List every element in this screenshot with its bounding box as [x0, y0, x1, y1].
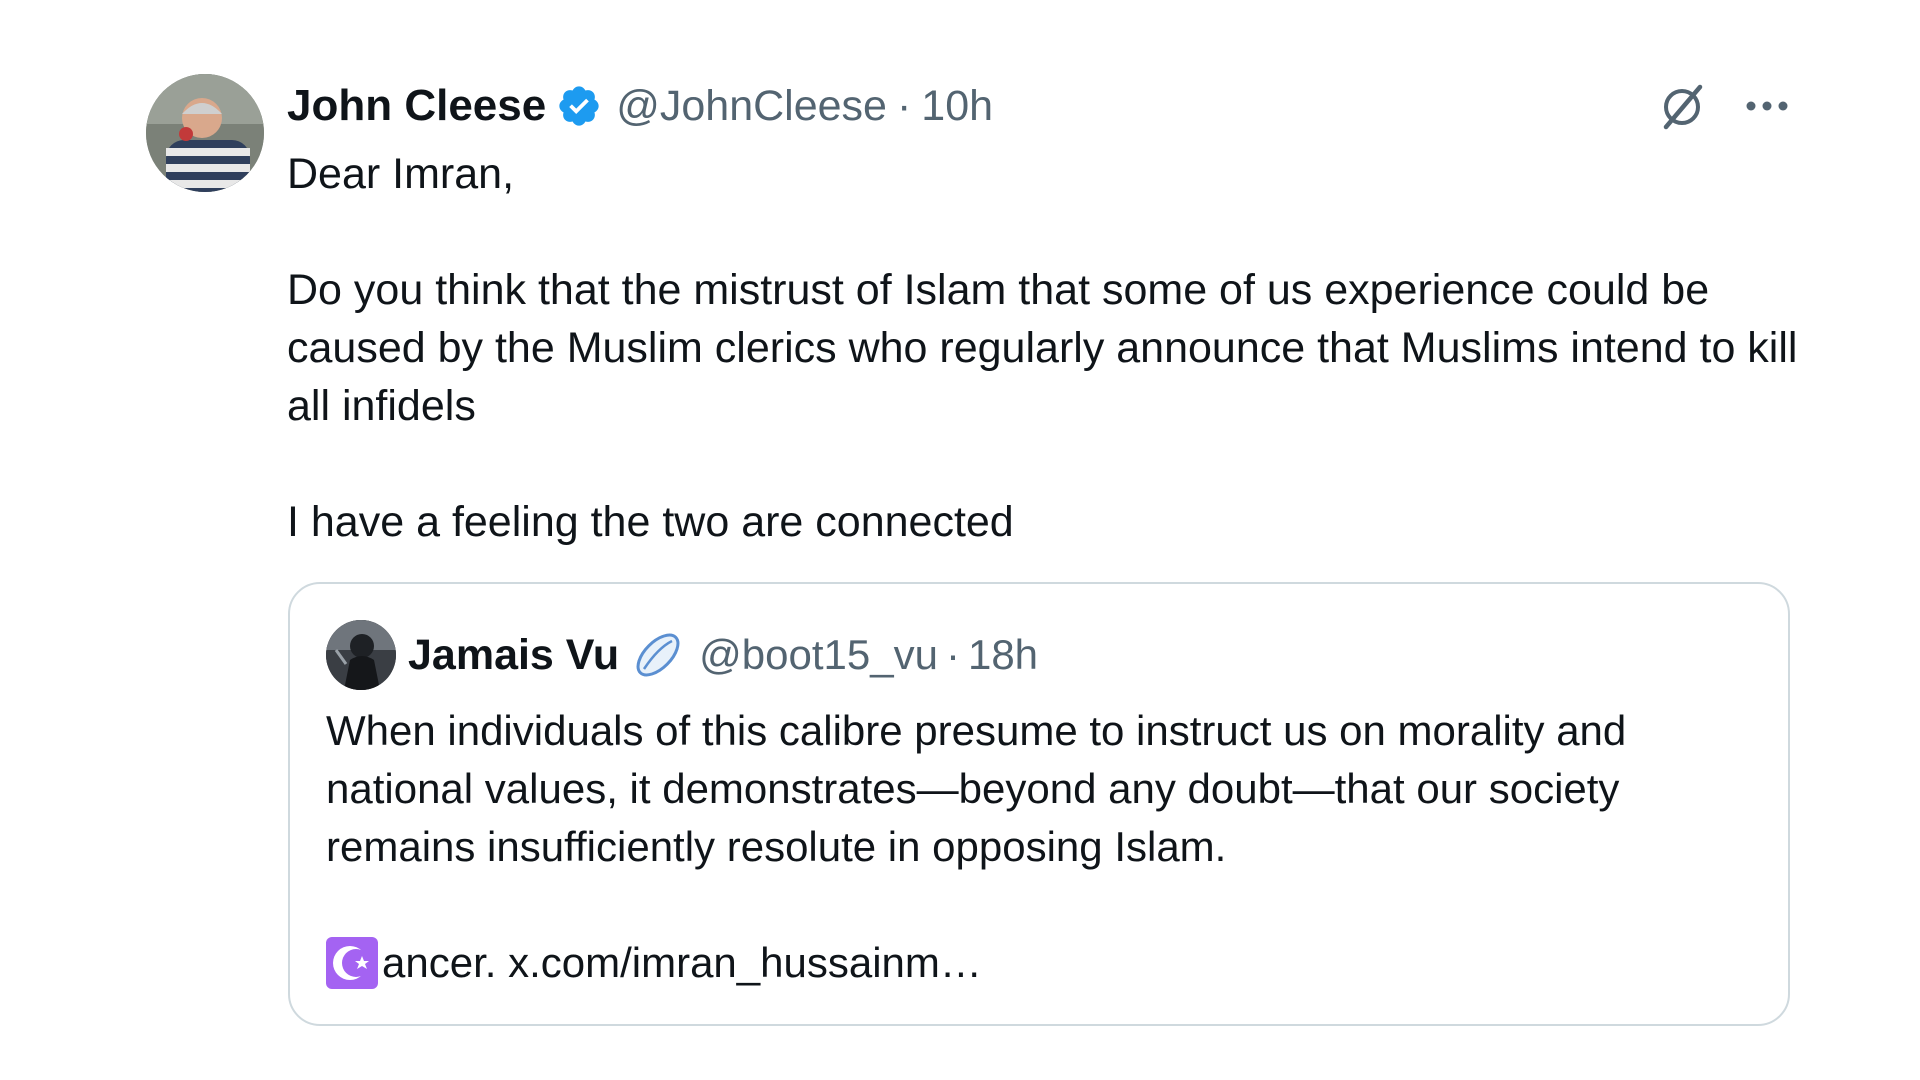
rugby-ball-icon [631, 628, 685, 682]
tweet-body: Dear Imran, Do you think that the mistru… [287, 145, 1807, 551]
author-avatar[interactable] [146, 74, 264, 192]
verified-badge-icon[interactable] [556, 83, 602, 129]
grok-icon[interactable] [1654, 78, 1710, 134]
quoted-tweet-body: When individuals of this calibre presume… [326, 702, 1746, 992]
tweet-actions [1654, 78, 1790, 134]
star-and-crescent-icon [326, 937, 378, 989]
tweet-greeting: Dear Imran, [287, 150, 515, 198]
author-handle[interactable]: @JohnCleese [616, 82, 887, 131]
quoted-author-display-name[interactable]: Jamais Vu [408, 631, 619, 680]
quoted-tweet-card[interactable]: Jamais Vu @boot15_vu · 18h When individu… [288, 582, 1790, 1026]
quoted-tweet-text: When individuals of this calibre presume… [326, 707, 1627, 870]
tweet[interactable]: John Cleese @JohnCleese · 10h Dear Imran… [0, 0, 1920, 1080]
quoted-meta-separator: · [945, 631, 960, 678]
meta-separator: · [896, 81, 912, 130]
quoted-tweet-header: Jamais Vu @boot15_vu · 18h [326, 620, 1038, 690]
tweet-closing: I have a feeling the two are connected [287, 498, 1014, 546]
quoted-author-handle[interactable]: @boot15_vu [699, 631, 938, 679]
tweet-paragraph: Do you think that the mistrust of Islam … [287, 266, 1798, 430]
more-icon[interactable] [1744, 83, 1790, 129]
tweet-header: John Cleese @JohnCleese · 10h [287, 78, 993, 134]
tweet-timestamp[interactable]: 10h [921, 82, 993, 131]
author-display-name[interactable]: John Cleese [287, 81, 546, 131]
quoted-author-avatar[interactable] [326, 620, 396, 690]
quoted-link-text[interactable]: ancer. x.com/imran_hussainm… [382, 934, 982, 992]
quoted-tweet-timestamp[interactable]: 18h [968, 631, 1038, 679]
quoted-link-line: ancer. x.com/imran_hussainm… [326, 934, 1746, 992]
avatar-photo [326, 620, 396, 690]
avatar-photo [146, 74, 264, 192]
